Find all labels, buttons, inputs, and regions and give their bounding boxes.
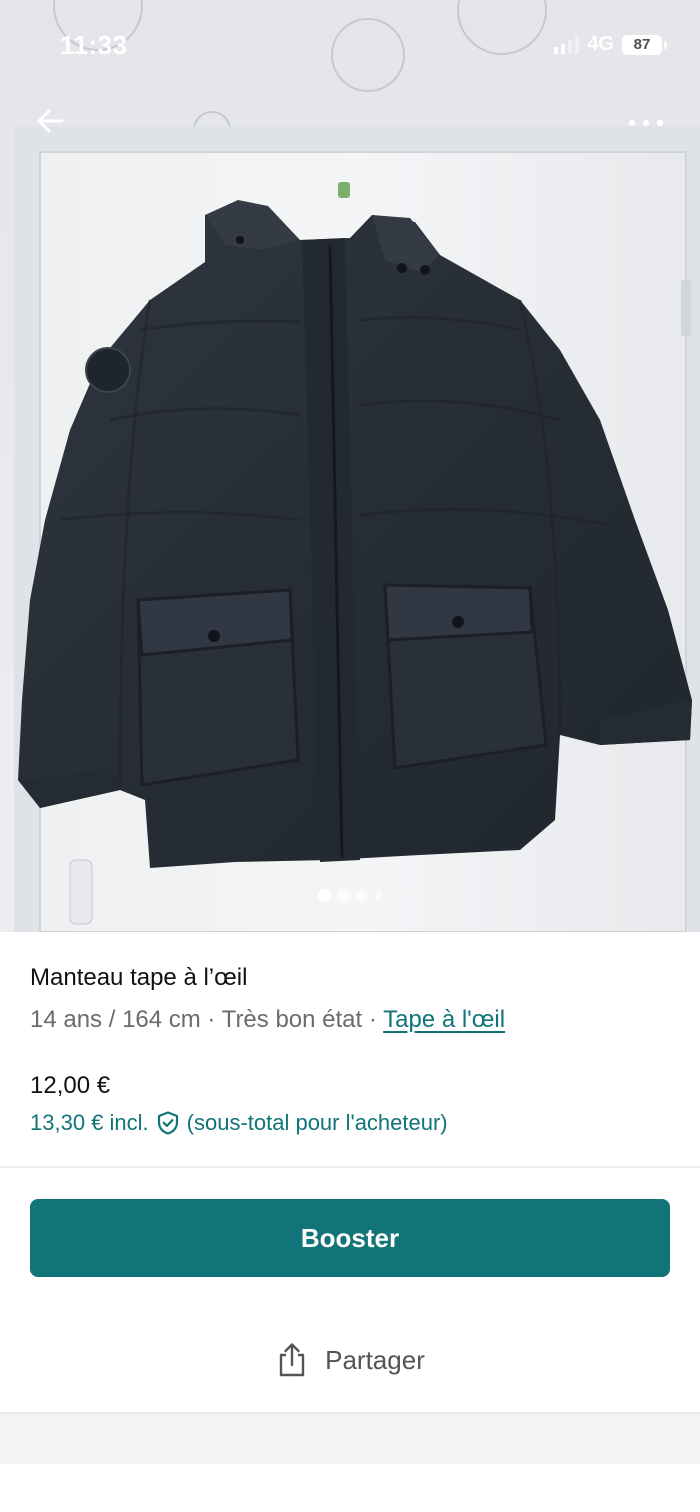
battery-icon: 87 (622, 34, 667, 55)
back-button[interactable] (30, 100, 74, 144)
item-photo-carousel[interactable]: 11:33 4G 87 (0, 0, 700, 932)
item-meta: 14 ans / 164 cm · Très bon état · Tape à… (30, 1006, 505, 1034)
meta-separator: · (362, 1006, 384, 1033)
network-type: 4G (587, 33, 614, 55)
share-button[interactable]: Partager (0, 1330, 700, 1390)
item-title: Manteau tape à l’œil (30, 964, 248, 991)
carousel-dot-3[interactable] (355, 889, 368, 902)
meta-separator: · (200, 1006, 222, 1033)
carousel-dot-4[interactable] (373, 891, 383, 900)
share-icon (279, 1343, 305, 1377)
shield-check-icon (157, 1111, 178, 1135)
arrow-left-icon (37, 109, 64, 133)
brand-link[interactable]: Tape à l'œil (383, 1006, 505, 1033)
buyer-price: 13,30 € incl. (30, 1110, 149, 1135)
carousel-dot-1[interactable] (317, 889, 331, 902)
more-options-button[interactable] (624, 108, 672, 138)
status-time: 11:33 (60, 30, 128, 60)
item-condition: Très bon état (221, 1006, 363, 1033)
signal-icon (554, 35, 580, 54)
status-bar: 11:33 4G 87 (0, 0, 700, 90)
jacket-photo (0, 0, 700, 932)
footer-band (0, 1412, 700, 1464)
share-label: Partager (325, 1344, 425, 1375)
buyer-price-note: (sous-total pour l'acheteur) (186, 1110, 448, 1135)
buyer-price-row[interactable]: 13,30 € incl. (sous-total pour l'acheteu… (30, 1110, 448, 1136)
item-size: 14 ans / 164 cm (30, 1006, 201, 1033)
carousel-dot-2[interactable] (336, 889, 350, 902)
item-price: 12,00 € (30, 1072, 111, 1099)
divider (0, 1166, 700, 1168)
carousel-indicator (0, 889, 700, 902)
more-horizontal-icon (628, 119, 664, 127)
booster-button[interactable]: Booster (30, 1199, 670, 1277)
status-indicators: 4G 87 (554, 33, 667, 56)
